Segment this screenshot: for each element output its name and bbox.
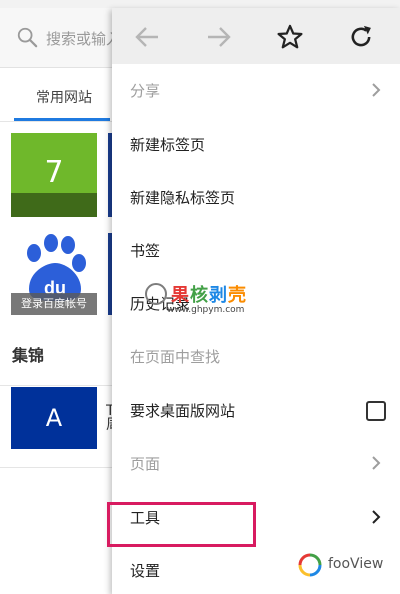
- menu-item-label: 分享: [130, 82, 161, 100]
- menu-item-label: 要求桌面版网站: [130, 402, 236, 420]
- back-button[interactable]: [132, 22, 162, 52]
- fooview-brand-text: fooView: [328, 556, 384, 572]
- divider: [0, 385, 112, 386]
- menu-item-label: 新建隐私标签页: [130, 189, 236, 207]
- divider: [0, 467, 112, 468]
- chevron-right-icon: [372, 510, 381, 524]
- menu-item-label: 书签: [130, 242, 161, 260]
- chevron-right-icon: [372, 83, 381, 97]
- watermark-url: www.ghpym.com: [167, 305, 245, 315]
- chevron-right-icon: [372, 456, 381, 470]
- reload-button[interactable]: [346, 22, 376, 52]
- reload-icon: [351, 25, 371, 47]
- arrow-left-icon: [135, 27, 158, 47]
- bookmark-button[interactable]: [275, 22, 305, 52]
- speed-dial-tile-7[interactable]: 7: [11, 133, 97, 217]
- watermark-text: 果核剥壳: [171, 285, 247, 306]
- menu-item-label: 页面: [130, 455, 161, 473]
- menu-toolbar: [112, 8, 400, 64]
- menu-item-share[interactable]: 分享: [112, 64, 400, 117]
- tile-number: 7: [44, 155, 64, 190]
- tile-caption: 登录百度帐号: [11, 293, 97, 315]
- section-title: 集锦: [12, 346, 45, 365]
- highlight-tile-a[interactable]: A: [11, 387, 97, 449]
- menu-item-label: 设置: [130, 562, 161, 580]
- menu-item-request-desktop-site[interactable]: 要求桌面版网站: [112, 384, 400, 437]
- menu-item-new-tab[interactable]: 新建标签页: [112, 118, 400, 171]
- arrow-right-icon: [208, 27, 231, 47]
- menu-item-page[interactable]: 页面: [112, 437, 400, 490]
- speed-dial-tile-baidu[interactable]: du 登录百度帐号: [11, 233, 97, 315]
- menu-item-label: 在页面中查找: [130, 348, 221, 366]
- menu-item-find-in-page[interactable]: 在页面中查找: [112, 330, 400, 383]
- watermark-logo-icon: [145, 283, 167, 305]
- tab-indicator: [14, 118, 110, 121]
- desktop-site-checkbox[interactable]: [366, 401, 386, 421]
- star-outline-icon: [277, 24, 303, 49]
- annotation-highlight-box: [107, 502, 256, 547]
- forward-button[interactable]: [204, 22, 234, 52]
- tile-footer: [11, 193, 97, 217]
- menu-item-new-private-tab[interactable]: 新建隐私标签页: [112, 171, 400, 224]
- search-placeholder: 搜索或输入: [46, 30, 122, 48]
- status-bar: [0, 0, 400, 8]
- menu-item-bookmarks[interactable]: 书签: [112, 224, 400, 277]
- search-icon: [17, 27, 38, 48]
- fooview-logo-icon: [298, 553, 322, 577]
- tab-frequent-sites[interactable]: 常用网站: [36, 87, 92, 107]
- menu-item-label: 新建标签页: [130, 136, 206, 154]
